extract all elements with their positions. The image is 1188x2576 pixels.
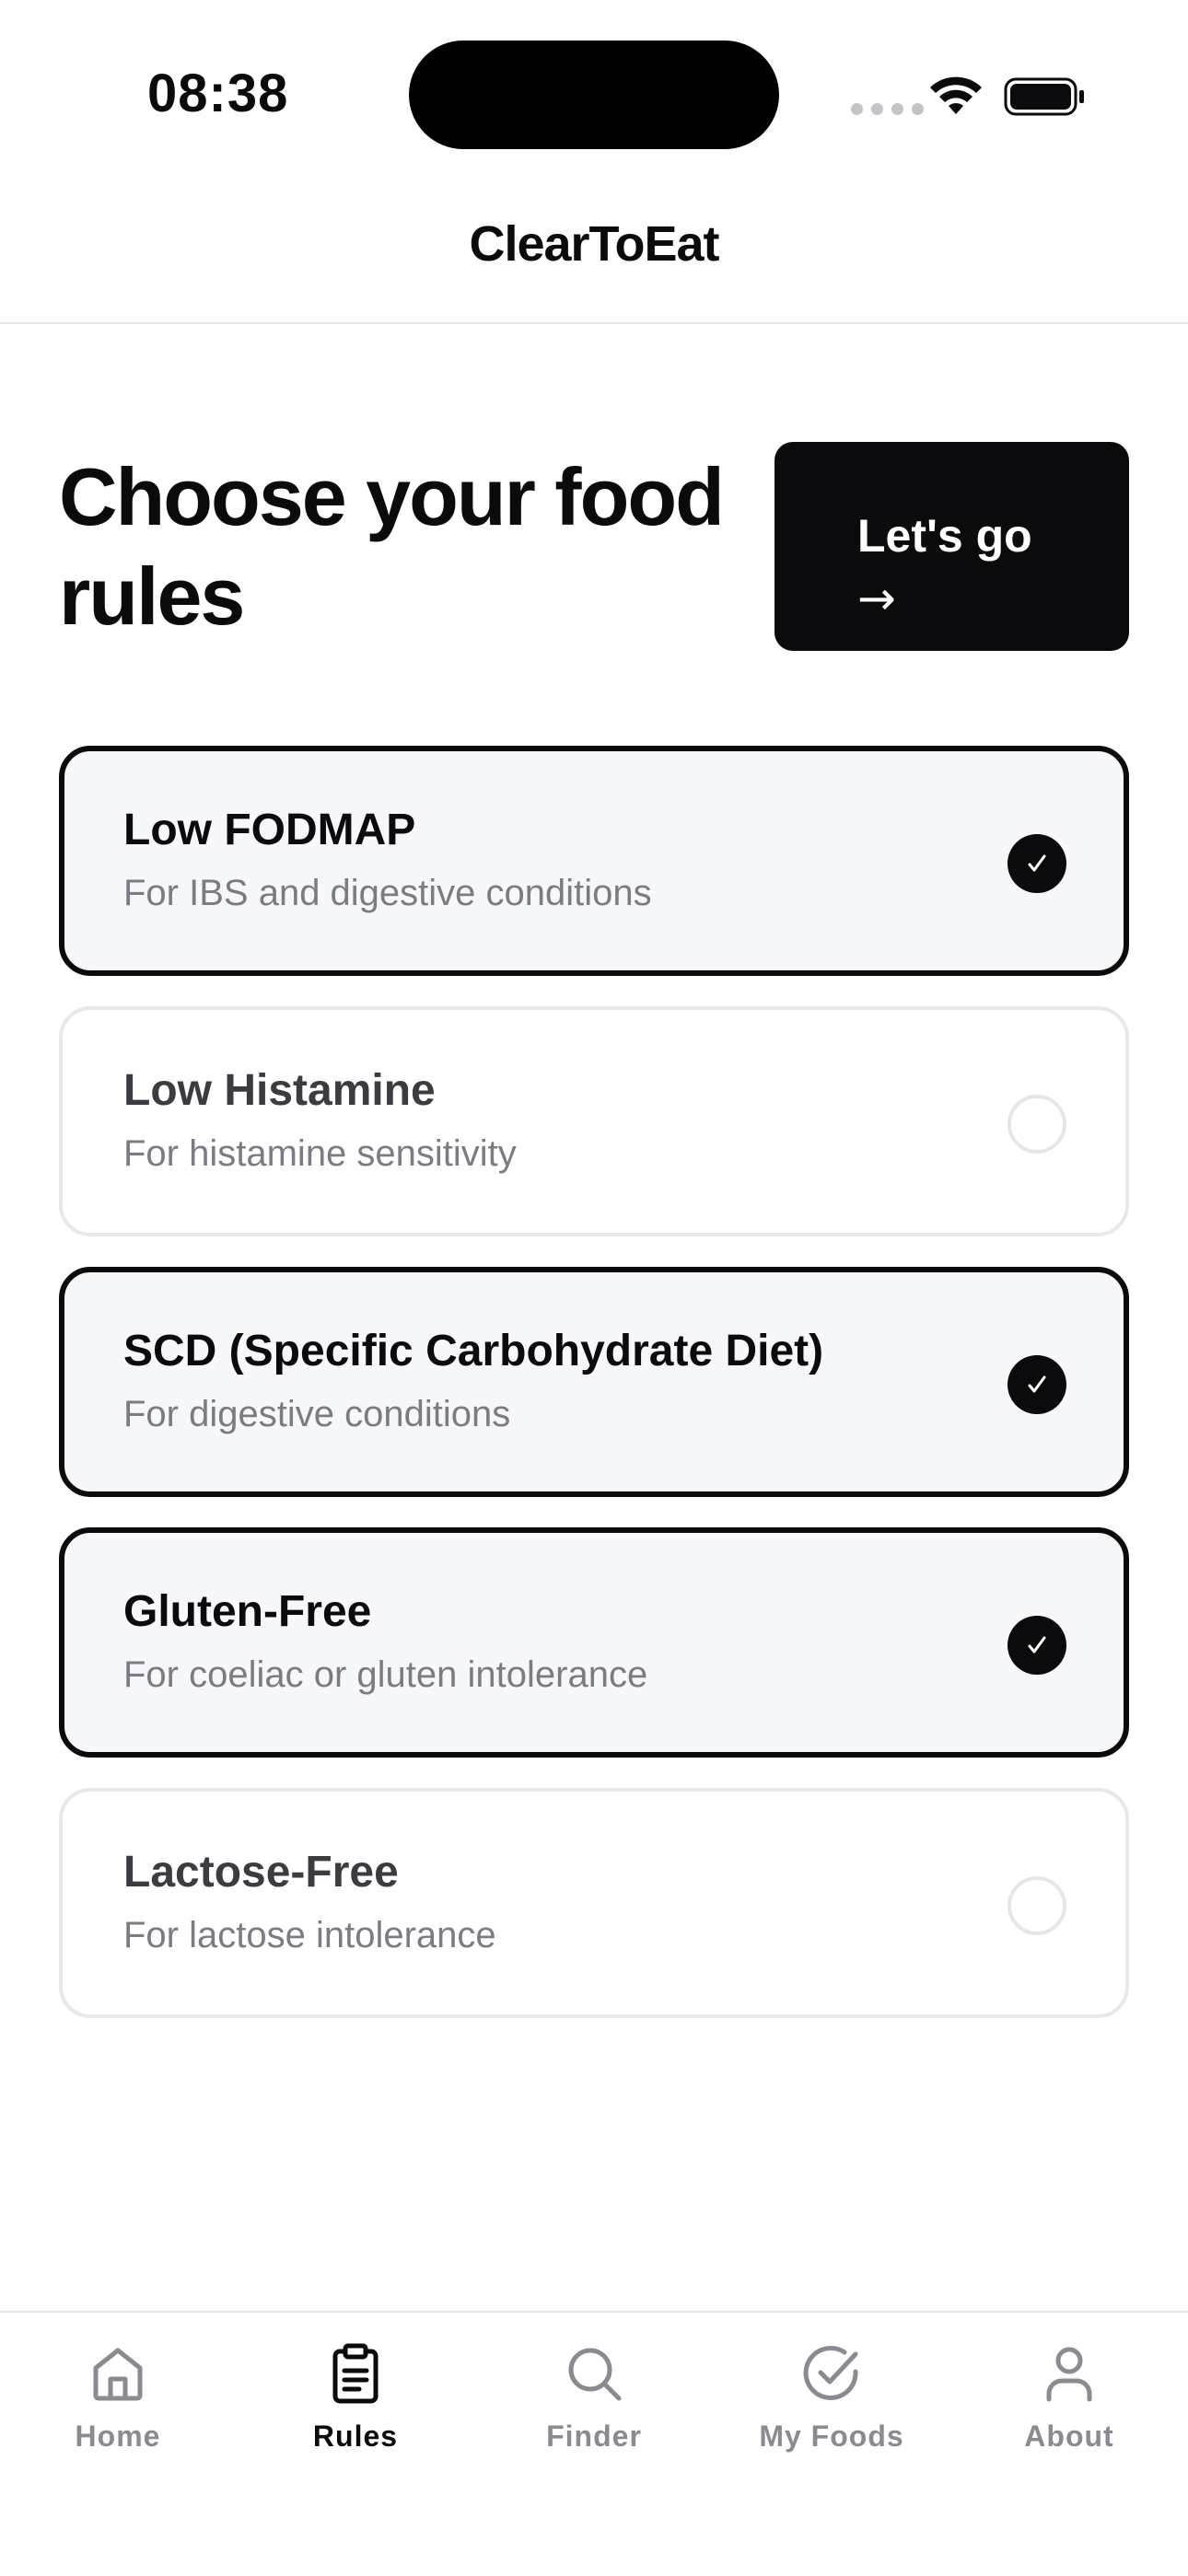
checkmark-icon[interactable] [1007, 834, 1066, 893]
rule-card-low-fodmap[interactable]: Low FODMAP For IBS and digestive conditi… [59, 746, 1129, 976]
lets-go-label: Let's go [857, 509, 1032, 562]
app-title: ClearToEat [469, 216, 719, 272]
empty-circle-icon[interactable] [1007, 1095, 1066, 1154]
rule-description: For coeliac or gluten intolerance [123, 1654, 648, 1695]
clipboard-icon [332, 2343, 379, 2404]
tab-label: Finder [546, 2419, 642, 2453]
rule-card-gluten-free[interactable]: Gluten-Free For coeliac or gluten intole… [59, 1527, 1129, 1758]
status-bar: 08:38 [0, 0, 1188, 175]
tab-about[interactable]: About [977, 2340, 1161, 2454]
check-circle-icon [803, 2346, 858, 2400]
dynamic-island [409, 41, 779, 149]
checkmark-icon[interactable] [1007, 1355, 1066, 1414]
rule-description: For digestive conditions [123, 1394, 511, 1434]
tab-label: Rules [312, 2419, 399, 2453]
rule-name: Gluten-Free [123, 1587, 372, 1636]
cellular-signal-icon [851, 103, 924, 115]
bottom-tab-bar: Home Rules Finder My Foods About [0, 2311, 1188, 2576]
rule-name: Lactose-Free [123, 1848, 399, 1897]
tab-finder[interactable]: Finder [502, 2340, 686, 2454]
empty-circle-icon[interactable] [1007, 1876, 1066, 1935]
rule-card-scd[interactable]: SCD (Specific Carbohydrate Diet) For dig… [59, 1267, 1129, 1497]
app-header: ClearToEat [0, 175, 1188, 324]
rule-description: For histamine sensitivity [123, 1133, 517, 1174]
tab-my-foods[interactable]: My Foods [740, 2340, 924, 2454]
battery-icon [1004, 77, 1084, 116]
lets-go-button[interactable]: Let's go → [775, 442, 1129, 651]
page-title: Choose your food rules [59, 451, 725, 642]
tab-label: Home [75, 2419, 161, 2453]
tab-label: My Foods [759, 2419, 904, 2453]
search-icon [568, 2348, 622, 2401]
tab-label: About [1024, 2419, 1114, 2453]
rule-name: Low Histamine [123, 1066, 436, 1115]
rule-description: For IBS and digestive conditions [123, 873, 652, 913]
home-icon [93, 2348, 143, 2401]
status-time: 08:38 [147, 64, 289, 123]
rules-list: Low FODMAP For IBS and digestive conditi… [59, 746, 1129, 2048]
arrow-right-icon: → [857, 571, 896, 625]
tab-home[interactable]: Home [26, 2340, 210, 2454]
wifi-icon [930, 76, 982, 114]
rule-description: For lactose intolerance [123, 1915, 496, 1955]
rule-card-low-histamine[interactable]: Low Histamine For histamine sensitivity [59, 1006, 1129, 1236]
person-icon [1046, 2347, 1092, 2402]
rule-name: Low FODMAP [123, 806, 416, 854]
checkmark-icon[interactable] [1007, 1616, 1066, 1675]
tab-rules[interactable]: Rules [263, 2340, 448, 2454]
rule-name: SCD (Specific Carbohydrate Diet) [123, 1327, 824, 1375]
rule-card-lactose-free[interactable]: Lactose-Free For lactose intolerance [59, 1788, 1129, 2018]
